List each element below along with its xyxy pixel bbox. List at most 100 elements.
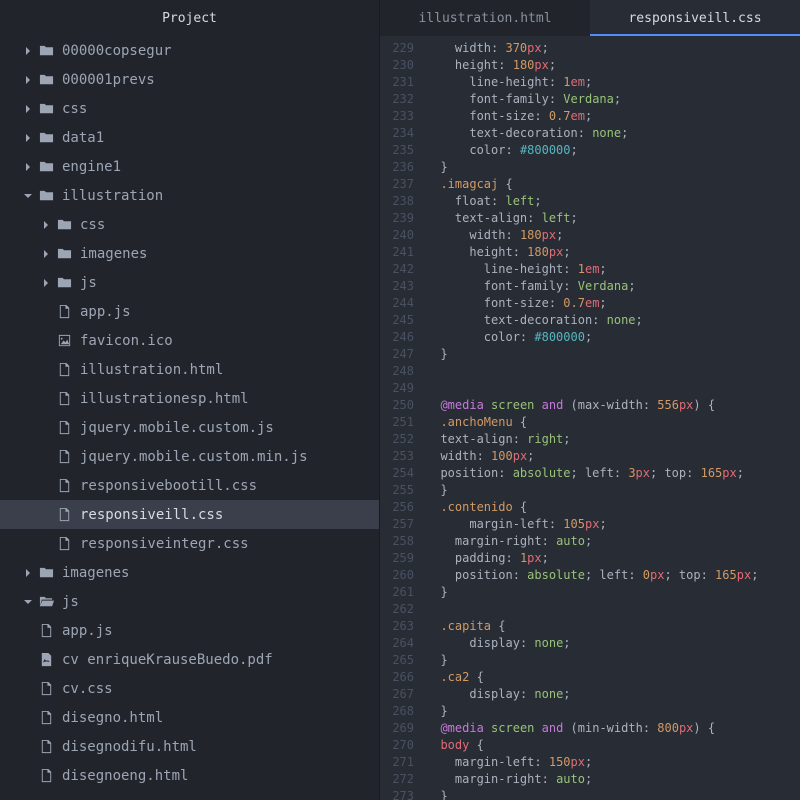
tree-item-label: favicon.ico	[80, 333, 173, 349]
file-icon	[56, 478, 72, 494]
tree-item[interactable]: cv.css	[0, 674, 379, 703]
tree-item[interactable]: illustration	[0, 181, 379, 210]
tree-item-label: illustration.html	[80, 362, 223, 378]
tree-item[interactable]: illustration.html	[0, 355, 379, 384]
arrow-spacer	[40, 422, 52, 434]
tree-item[interactable]: disegnoeng.html	[0, 761, 379, 790]
tree-item[interactable]: illustrationesp.html	[0, 384, 379, 413]
tree-item[interactable]: cv enriqueKrauseBuedo.pdf	[0, 645, 379, 674]
tree-item-label: js	[80, 275, 97, 291]
tree-item[interactable]: app.js	[0, 297, 379, 326]
tree-item[interactable]: favicon.ico	[0, 326, 379, 355]
file-icon	[56, 507, 72, 523]
tree-item-label: responsivebootill.css	[80, 478, 257, 494]
chevron-right-icon[interactable]	[22, 103, 34, 115]
editor-area: illustration.htmlresponsiveill.css 22923…	[380, 0, 800, 800]
arrow-spacer	[40, 393, 52, 405]
code-lines[interactable]: width: 370px; height: 180px; line-height…	[426, 40, 800, 800]
tree-item-label: disegnodifu.html	[62, 739, 197, 755]
tree-item[interactable]: jquery.mobile.custom.min.js	[0, 442, 379, 471]
project-sidebar: Project 00000copsegur000001prevscssdata1…	[0, 0, 380, 800]
tree-item[interactable]: engine1	[0, 152, 379, 181]
pdf-icon	[38, 652, 54, 668]
folder-icon	[38, 565, 54, 581]
tree-item[interactable]: imagenes	[0, 239, 379, 268]
tree-item[interactable]: data1	[0, 123, 379, 152]
editor-tab[interactable]: responsiveill.css	[590, 0, 800, 36]
tree-item[interactable]: responsiveintegr.css	[0, 529, 379, 558]
tree-item[interactable]: jquery.mobile.custom.js	[0, 413, 379, 442]
tree-item-label: disegno.html	[62, 710, 163, 726]
chevron-right-icon[interactable]	[22, 161, 34, 173]
tree-item[interactable]: responsivebootill.css	[0, 471, 379, 500]
tab-bar: illustration.htmlresponsiveill.css	[380, 0, 800, 36]
tree-item[interactable]: 000001prevs	[0, 65, 379, 94]
folder-icon	[38, 43, 54, 59]
tree-item-label: cv.css	[62, 681, 113, 697]
tree-item[interactable]: css	[0, 210, 379, 239]
chevron-right-icon[interactable]	[22, 74, 34, 86]
tree-item-label: engine1	[62, 159, 121, 175]
file-icon	[38, 681, 54, 697]
tree-item-label: js	[62, 594, 79, 610]
image-icon	[56, 333, 72, 349]
tree-item-label: app.js	[62, 623, 113, 639]
folder-icon	[38, 130, 54, 146]
tree-item[interactable]: imagenes	[0, 558, 379, 587]
editor-tab[interactable]: illustration.html	[380, 0, 590, 36]
arrow-spacer	[22, 741, 34, 753]
tree-item[interactable]: responsiveill.css	[0, 500, 379, 529]
file-icon	[56, 449, 72, 465]
tree-item-label: css	[80, 217, 105, 233]
folder-icon	[38, 72, 54, 88]
file-icon	[56, 362, 72, 378]
folder-icon	[56, 217, 72, 233]
file-tree[interactable]: 00000copsegur 000001prevs css data1 engine1 i…	[0, 36, 379, 800]
chevron-down-icon[interactable]	[22, 596, 34, 608]
chevron-down-icon[interactable]	[22, 190, 34, 202]
tree-item-label: cv enriqueKrauseBuedo.pdf	[62, 652, 273, 668]
tree-item[interactable]: disegnodifu.html	[0, 732, 379, 761]
file-icon	[38, 739, 54, 755]
code-editor[interactable]: 2292302312322332342352362372382392402412…	[380, 36, 800, 800]
file-icon	[56, 391, 72, 407]
folder-icon	[38, 594, 54, 610]
arrow-spacer	[40, 335, 52, 347]
tree-item[interactable]: 00000copsegur	[0, 36, 379, 65]
folder-icon	[38, 159, 54, 175]
file-icon	[56, 304, 72, 320]
tree-item-label: css	[62, 101, 87, 117]
tree-item-label: responsiveintegr.css	[80, 536, 249, 552]
line-gutter: 2292302312322332342352362372382392402412…	[380, 40, 426, 800]
tree-item[interactable]: js	[0, 268, 379, 297]
tree-item-label: disegnoeng.html	[62, 768, 188, 784]
folder-icon	[38, 101, 54, 117]
tree-item-label: imagenes	[80, 246, 147, 262]
chevron-right-icon[interactable]	[22, 45, 34, 57]
tree-item[interactable]: disegno.html	[0, 703, 379, 732]
tree-item-label: imagenes	[62, 565, 129, 581]
arrow-spacer	[40, 451, 52, 463]
chevron-right-icon[interactable]	[22, 567, 34, 579]
tree-item-label: 000001prevs	[62, 72, 155, 88]
tree-item[interactable]: css	[0, 94, 379, 123]
arrow-spacer	[22, 625, 34, 637]
chevron-right-icon[interactable]	[40, 219, 52, 231]
tree-item-label: illustrationesp.html	[80, 391, 249, 407]
tree-item-label: responsiveill.css	[80, 507, 223, 523]
arrow-spacer	[22, 712, 34, 724]
arrow-spacer	[40, 306, 52, 318]
chevron-right-icon[interactable]	[22, 132, 34, 144]
folder-icon	[56, 275, 72, 291]
chevron-right-icon[interactable]	[40, 277, 52, 289]
app: Project 00000copsegur000001prevscssdata1…	[0, 0, 800, 800]
chevron-right-icon[interactable]	[40, 248, 52, 260]
arrow-spacer	[22, 770, 34, 782]
file-icon	[38, 710, 54, 726]
tree-item-label: jquery.mobile.custom.min.js	[80, 449, 308, 465]
tree-item[interactable]: js	[0, 587, 379, 616]
tree-item-label: illustration	[62, 188, 163, 204]
tree-item[interactable]: app.js	[0, 616, 379, 645]
tree-item-label: jquery.mobile.custom.js	[80, 420, 274, 436]
file-icon	[38, 623, 54, 639]
